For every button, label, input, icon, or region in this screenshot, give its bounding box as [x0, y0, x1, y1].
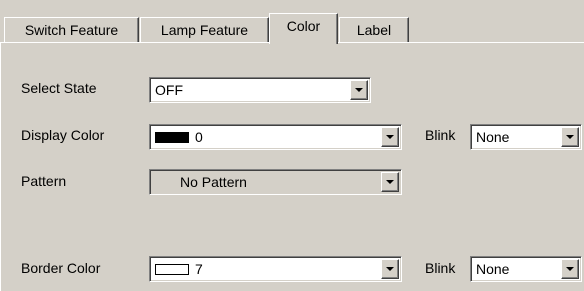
border-color-swatch [155, 263, 189, 275]
display-blink-label: Blink [425, 127, 456, 143]
chevron-down-icon [386, 267, 394, 271]
tab-switch-feature-label: Switch Feature [24, 22, 119, 38]
display-color-dropdown-button[interactable] [381, 127, 399, 147]
chevron-down-icon [355, 88, 363, 92]
tab-color[interactable]: Color [269, 13, 338, 44]
tab-switch-feature[interactable]: Switch Feature [4, 17, 139, 43]
border-color-value: 7 [195, 261, 203, 277]
display-color-value: 0 [195, 129, 203, 145]
select-state-dropdown[interactable]: OFF [149, 77, 371, 103]
tab-label-label: Label [356, 22, 392, 38]
border-blink-value: None [476, 261, 510, 277]
display-color-dropdown[interactable]: 0 [149, 124, 402, 150]
border-blink-label: Blink [425, 260, 456, 276]
border-color-value-wrap: 7 [155, 260, 203, 278]
tab-color-label: Color [286, 18, 321, 34]
border-color-dropdown-button[interactable] [381, 259, 399, 279]
tab-lamp-feature[interactable]: Lamp Feature [140, 17, 269, 43]
select-state-value: OFF [155, 82, 183, 98]
border-blink-dropdown-button[interactable] [561, 259, 579, 279]
border-color-label: Border Color [21, 260, 101, 276]
border-blink-dropdown[interactable]: None [470, 256, 582, 282]
display-color-swatch [155, 131, 189, 143]
pattern-value: No Pattern [180, 174, 247, 190]
display-blink-dropdown-button[interactable] [561, 127, 579, 147]
tab-lamp-feature-label: Lamp Feature [160, 22, 249, 38]
display-blink-value: None [476, 129, 510, 145]
display-blink-dropdown[interactable]: None [470, 124, 582, 150]
pattern-dropdown-button[interactable] [381, 172, 399, 192]
pattern-label: Pattern [21, 173, 67, 189]
chevron-down-icon [386, 180, 394, 184]
color-tab-panel: Select State OFF Display Color 0 Blink N… [0, 42, 584, 291]
border-color-dropdown[interactable]: 7 [149, 256, 402, 282]
display-color-label: Display Color [21, 127, 105, 143]
chevron-down-icon [566, 135, 574, 139]
tab-label[interactable]: Label [339, 17, 409, 43]
chevron-down-icon [386, 135, 394, 139]
color-settings-dialog: Switch Feature Lamp Feature Color Label … [0, 0, 584, 291]
select-state-dropdown-button[interactable] [350, 80, 368, 100]
select-state-label: Select State [21, 80, 97, 96]
chevron-down-icon [566, 267, 574, 271]
pattern-dropdown[interactable]: No Pattern [149, 169, 402, 195]
display-color-value-wrap: 0 [155, 128, 203, 146]
tab-strip: Switch Feature Lamp Feature Color Label [0, 0, 584, 44]
